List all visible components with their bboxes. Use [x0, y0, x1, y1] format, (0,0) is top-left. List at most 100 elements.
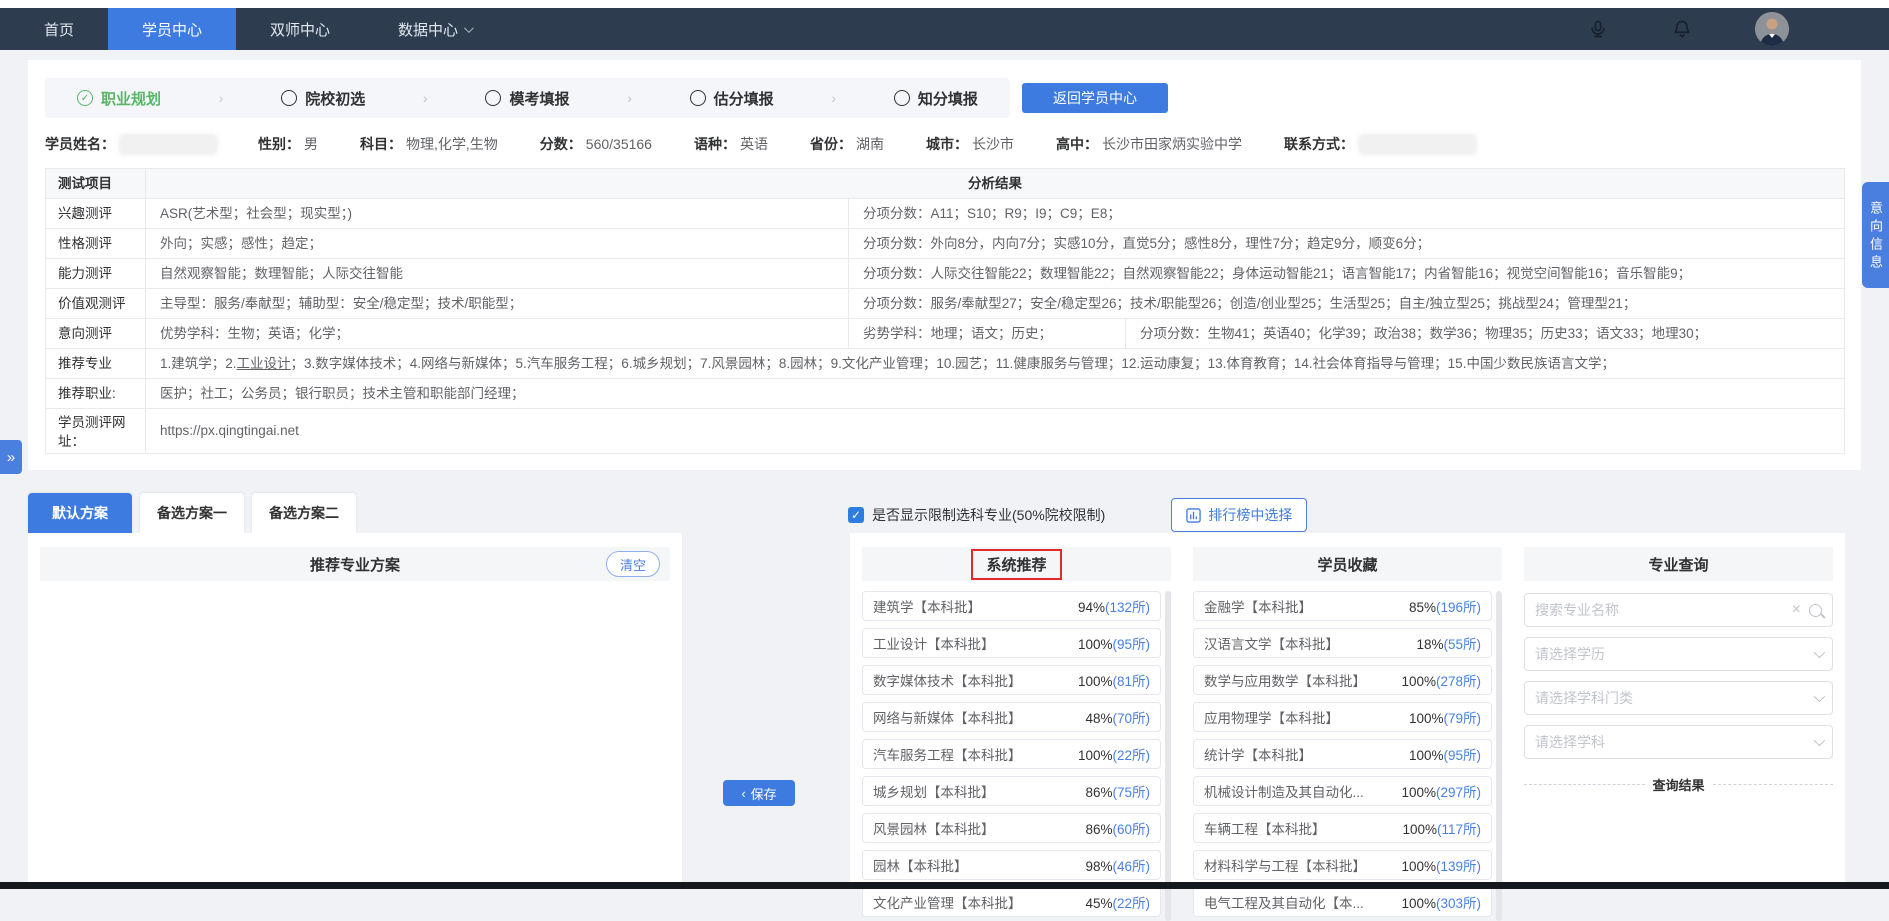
tab-alternative-plan-1[interactable]: 备选方案一 [140, 493, 244, 533]
step-separator-icon: › [218, 90, 224, 106]
underlined-major[interactable]: 工业设计 [237, 356, 291, 371]
chevron-left-icon: ‹ [741, 785, 746, 801]
favorites-header: 学员收藏 [1193, 547, 1502, 581]
step-estimated-score[interactable]: 估分填报 [689, 88, 774, 109]
step-college-preselect[interactable]: 院校初选 [281, 88, 365, 109]
left-expander-tab[interactable]: » [0, 440, 22, 474]
major-list-item[interactable]: 工业设计【本科批】 100%(95所) [862, 628, 1161, 658]
field-gender: 性别：男 [258, 136, 318, 152]
chevron-down-icon [1813, 690, 1826, 703]
panel-title: 推荐专业方案 [309, 556, 400, 574]
field-highschool: 高中： 长沙市田家炳实验中学 [1055, 136, 1242, 152]
field-student-name: 学员姓名： [45, 134, 216, 154]
table-row-assessment-url: 学员测评网址： https://px.qingtingai.net [46, 409, 1844, 453]
education-level-select[interactable]: 请选择学历 [1524, 637, 1833, 671]
recommended-plan-panel: 推荐专业方案 清空 [28, 533, 682, 889]
step-known-score[interactable]: 知分填报 [893, 88, 978, 109]
system-recommend-list: 建筑学【本科批】 94%(132所) 工业设计【本科批】 100%(95所) 数字媒… [862, 591, 1171, 921]
chevron-down-icon [1813, 734, 1826, 747]
bottom-edge-strip [0, 882, 1889, 889]
scrollbar[interactable] [1496, 591, 1502, 921]
step-mock-application[interactable]: 模考填报 [485, 88, 569, 109]
table-row-recommended-jobs: 推荐职业: 医护；社工；公务员；银行职员；技术主管和职能部门经理； [46, 379, 1844, 409]
chevron-down-icon [464, 22, 474, 33]
nav-item-teacher-center[interactable]: 双师中心 [236, 8, 364, 50]
discipline-category-select[interactable]: 请选择学科门类 [1524, 681, 1833, 715]
major-search-box: × [1524, 593, 1833, 627]
discipline-select[interactable]: 请选择学科 [1524, 725, 1833, 759]
plan-toolbar: ✓ 是否显示限制选科专业(50%院校限制) 排行榜中选择 [848, 497, 1308, 533]
field-province: 省份： 湖南 [809, 136, 884, 152]
favorites-list: 金融学【本科批】 85%(196所) 汉语言文学【本科批】 18%(55所) 数学与… [1193, 591, 1502, 921]
major-list-item[interactable]: 汽车服务工程【本科批】 100%(22所) [862, 739, 1161, 769]
system-recommend-column: 系统推荐 建筑学【本科批】 94%(132所) 工业设计【本科批】 100%(95所… [862, 547, 1171, 921]
check-icon: ✓ [850, 508, 862, 522]
field-subjects: 科目： 物理,化学,生物 [360, 136, 498, 152]
major-list-item[interactable]: 建筑学【本科批】 94%(132所) [862, 591, 1161, 621]
major-list-item[interactable]: 风景园林【本科批】 86%(60所) [862, 813, 1161, 843]
major-list-item[interactable]: 电气工程及其自动化【本... 100%(303所) [1193, 887, 1492, 917]
field-contact: 联系方式： [1284, 134, 1475, 154]
major-list-item[interactable]: 材料科学与工程【本科批】 100%(139所) [1193, 850, 1492, 880]
major-list-item[interactable]: 城乡规划【本科批】 86%(75所) [862, 776, 1161, 806]
table-row-personality: 性格测评 外向；实感；感性；趋定； 分项分数：外向8分，内向7分；实感10分，直… [46, 229, 1844, 259]
system-recommend-header: 系统推荐 [862, 547, 1171, 581]
field-city: 城市： 长沙市 [925, 136, 1014, 152]
double-chevron-right-icon: » [6, 448, 16, 466]
clear-button[interactable]: 清空 [605, 551, 660, 577]
query-result-divider: 查询结果 [1524, 775, 1834, 794]
major-list-item[interactable]: 机械设计制造及其自动化... 100%(297所) [1193, 776, 1492, 806]
step-separator-icon: › [627, 90, 632, 106]
chevron-down-icon [1813, 646, 1826, 659]
checkbox-label: 是否显示限制选科专业(50%院校限制) [872, 507, 1106, 523]
bell-icon[interactable] [1671, 18, 1693, 40]
major-list-item[interactable]: 应用物理学【本科批】 100%(79所) [1193, 702, 1492, 732]
tab-default-plan[interactable]: 默认方案 [28, 493, 132, 533]
table-row-ability: 能力测评 自然观察智能；数理智能；人际交往智能 分项分数：人际交往智能22；数理… [46, 259, 1844, 289]
return-student-center-button[interactable]: 返回学员中心 [1022, 83, 1168, 113]
ranking-chart-icon [1186, 507, 1202, 523]
major-search-input[interactable] [1535, 602, 1784, 618]
major-list-item[interactable]: 网络与新媒体【本科批】 48%(70所) [862, 702, 1161, 732]
step-circle-icon [485, 90, 502, 106]
progress-steps: ✓ 职业规划 › 院校初选 › 模考填报 › 估分填报 › 知分填报 [45, 78, 1010, 118]
major-list-item[interactable]: 车辆工程【本科批】 100%(117所) [1193, 813, 1492, 843]
scrollbar[interactable] [1165, 591, 1171, 921]
nav-item-data-center[interactable]: 数据中心 [364, 8, 505, 50]
clear-search-icon[interactable]: × [1792, 602, 1801, 618]
major-list-item[interactable]: 数学与应用数学【本科批】 100%(278所) [1193, 665, 1492, 695]
table-row-values: 价值观测评 主导型：服务/奉献型；辅助型：安全/稳定型；技术/职能型； 分项分数… [46, 289, 1844, 319]
table-row-recommended-majors: 推荐专业 1.建筑学；2.工业设计；3.数字媒体技术；4.网络与新媒体；5.汽车… [46, 349, 1844, 379]
step-career-planning[interactable]: ✓ 职业规划 [77, 88, 161, 109]
major-list-item[interactable]: 数字媒体技术【本科批】 100%(81所) [862, 665, 1161, 695]
microphone-icon[interactable] [1587, 18, 1609, 40]
major-list-item[interactable]: 统计学【本科批】 100%(95所) [1193, 739, 1492, 769]
intention-info-side-tab[interactable]: 意向信息 [1862, 182, 1889, 288]
assessment-url: https://px.qingtingai.net [160, 423, 299, 438]
field-score: 分数： 560/35166 [539, 136, 652, 152]
column-header: 分析结果 [968, 176, 1022, 191]
restricted-majors-checkbox[interactable]: ✓ [848, 507, 864, 523]
tab-alternative-plan-2[interactable]: 备选方案二 [252, 493, 356, 533]
search-icon[interactable] [1809, 603, 1822, 617]
redacted-value [1359, 135, 1475, 153]
major-list-item[interactable]: 园林【本科批】 98%(46所) [862, 850, 1161, 880]
favorites-column: 学员收藏 金融学【本科批】 85%(196所) 汉语言文学【本科批】 18%(55所… [1193, 547, 1502, 921]
user-avatar[interactable] [1755, 12, 1789, 46]
navbar-actions [1587, 8, 1889, 50]
student-info-row: 学员姓名： 性别：男 科目： 物理,化学,生物 分数： 560/35166 语种：英… [45, 134, 1844, 154]
major-list-item[interactable]: 汉语言文学【本科批】 18%(55所) [1193, 628, 1492, 658]
recommended-majors-text: 1.建筑学；2.工业设计；3.数字媒体技术；4.网络与新媒体；5.汽车服务工程；… [160, 356, 1615, 371]
select-from-ranking-button[interactable]: 排行榜中选择 [1171, 498, 1308, 532]
step-separator-icon: › [423, 90, 428, 106]
major-list-item[interactable]: 文化产业管理【本科批】 45%(22所) [862, 887, 1161, 917]
major-list-item[interactable]: 金融学【本科批】 85%(196所) [1193, 591, 1492, 621]
table-row-interest: 兴趣测评 ASR(艺术型；社会型；现实型；) 分项分数：A11；S10；R9；I… [46, 199, 1844, 229]
profile-card: ✓ 职业规划 › 院校初选 › 模考填报 › 估分填报 › 知分填报 返回学员中… [28, 60, 1861, 470]
step-circle-icon [689, 90, 706, 106]
nav-item-home[interactable]: 首页 [10, 8, 108, 50]
save-button[interactable]: ‹ 保存 [723, 780, 795, 806]
column-header: 测试项目 [46, 169, 146, 198]
nav-item-student-center[interactable]: 学员中心 [108, 8, 237, 50]
plan-tabs: 默认方案 备选方案一 备选方案二 [28, 493, 356, 533]
